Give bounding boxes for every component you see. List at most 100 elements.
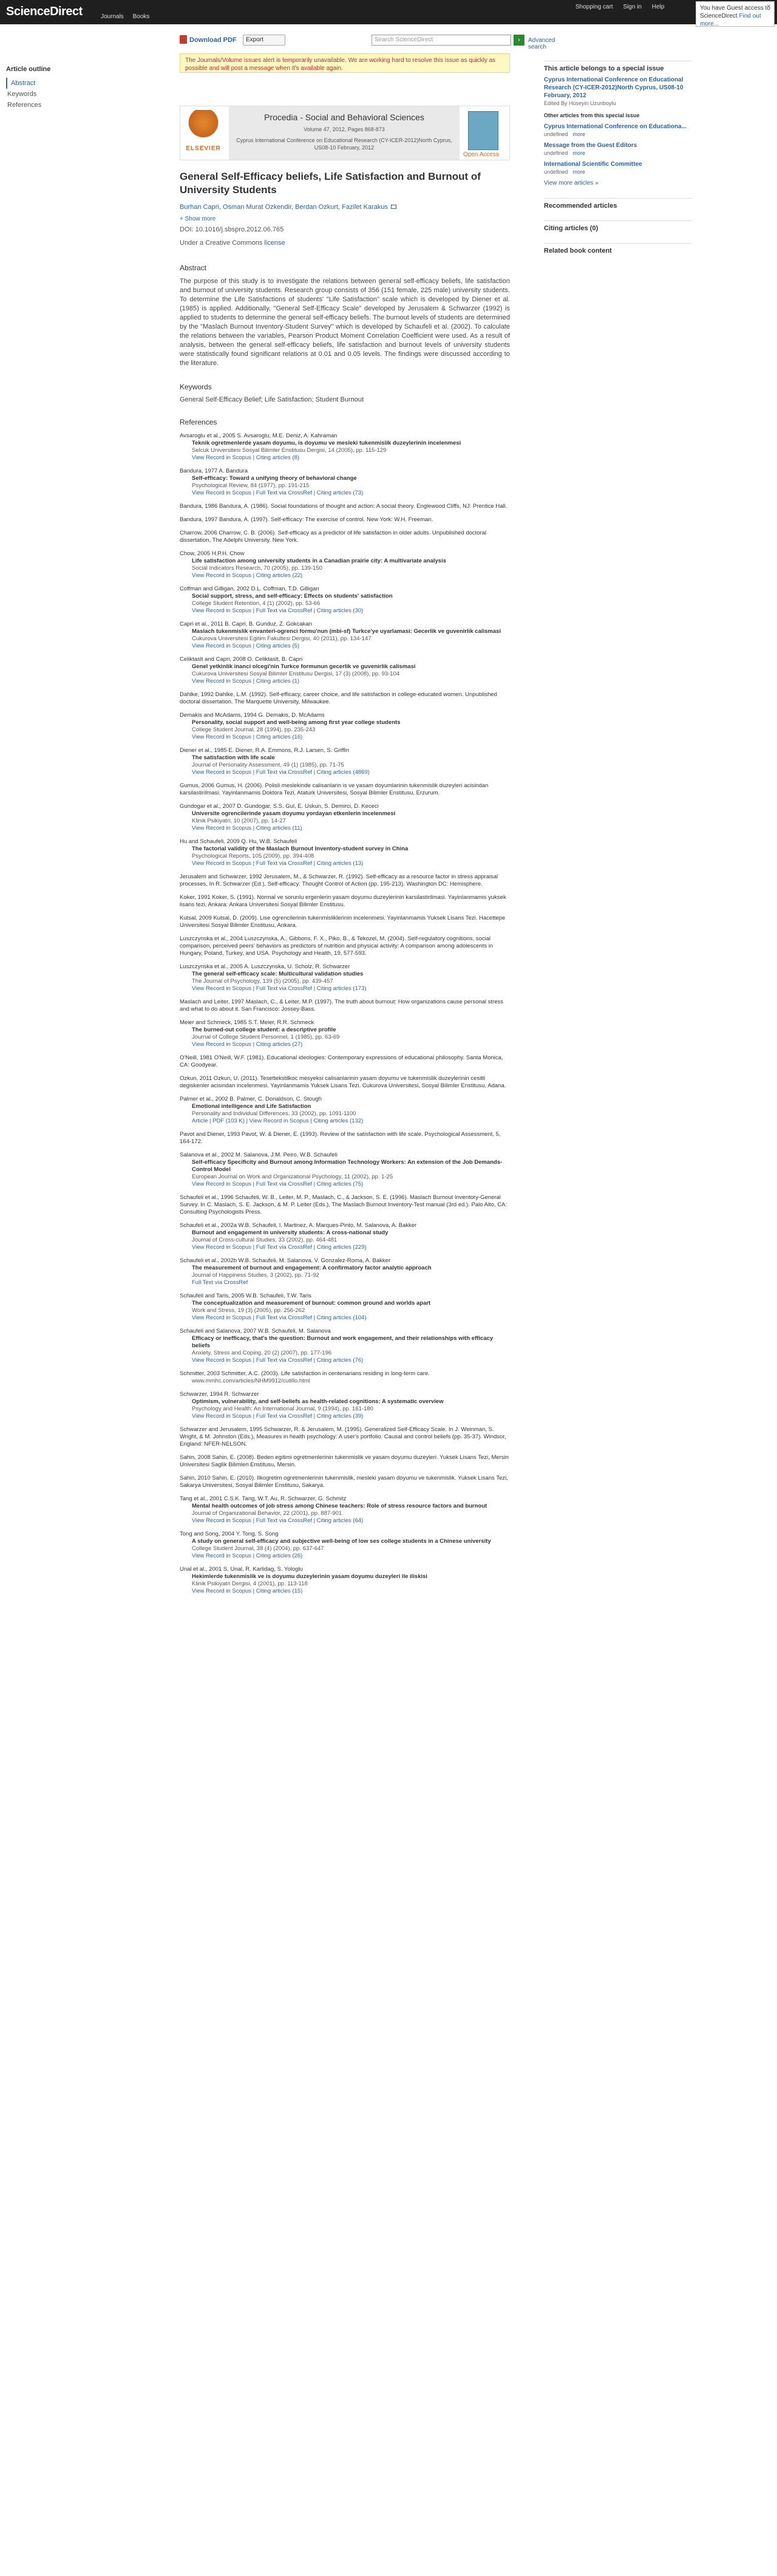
reference-links[interactable]: View Record in Scopus | Full Text via Cr… [180,769,510,776]
reference-source: Selcuk Universitesi Sosyal Bilimler Enst… [192,447,387,454]
other-article-title[interactable]: Message from the Guest Editors [544,142,692,149]
reference-item: Bandura, 1986 Bandura, A. (1986). Social… [180,503,510,510]
other-article-title[interactable]: International Scientific Committee [544,160,692,168]
reference-links[interactable]: View Record in Scopus | Full Text via Cr… [180,490,510,497]
other-article-meta: undefined [544,169,568,175]
reference-item: Luszczynska et al., 2004 Luszczynska, A.… [180,935,510,957]
outline-item-abstract[interactable]: Abstract [6,78,97,89]
sign-in-link[interactable]: Sign in [623,4,642,10]
shopping-cart-link[interactable]: Shopping cart [575,4,613,10]
recommended-articles-box[interactable]: Recommended articles [544,198,692,210]
authors-text[interactable]: Burhan Capri, Osman Murat Ozkendir, Berd… [180,203,388,211]
reference-title: A study on general self-efficacy and sub… [192,1538,491,1545]
reference-links[interactable]: View Record in Scopus | Full Text via Cr… [180,1314,510,1322]
email-icon[interactable] [391,205,397,209]
journal-title[interactable]: Procedia - Social and Behavioral Science… [229,112,460,122]
keywords-text: General Self-Efficacy Belief; Life Satis… [180,396,364,403]
reference-links[interactable]: Full Text via CrossRef [180,1279,510,1286]
author-list[interactable]: Burhan Capri, Osman Murat Ozkendir, Berd… [180,203,510,212]
reference-item: Chow, 2005 H.P.H. Chow Life satisfaction … [180,550,510,579]
reference-heading: Tang et al., 2001 C.S.K. Tang, W.T. Au, … [180,1495,347,1502]
close-icon[interactable]: × [767,3,770,11]
other-article-more[interactable]: more [573,169,586,175]
reference-item: Schaufeli et al., 2002b W.B. Schaufeli, … [180,1257,510,1286]
reference-links[interactable]: View Record in Scopus | Full Text via Cr… [180,1517,510,1525]
special-issue-heading[interactable]: This article belongs to a special issue [544,65,692,72]
search-input[interactable]: Search ScienceDirect [372,35,511,46]
nav-books[interactable]: Books [133,13,150,20]
reference-item: Gundogar et al., 2007 D. Gundogar, S.S. … [180,803,510,832]
download-pdf-button[interactable]: Download PDF [180,35,237,44]
reference-links[interactable]: View Record in Scopus | Citing articles … [180,734,510,741]
other-article-meta: undefined [544,131,568,137]
outline-item-references[interactable]: References [6,100,97,111]
reference-heading: Demakis and McAdams, 1994 G. Demakis, D.… [180,712,325,719]
other-article-more[interactable]: more [573,150,586,156]
special-issue-title[interactable]: Cyprus International Conference on Educa… [544,76,692,100]
reference-title: Personality, social support and well-bei… [192,719,401,726]
reference-links[interactable]: View Record in Scopus | Citing articles … [180,454,510,462]
other-article-more[interactable]: more [573,131,586,137]
reference-item: Demakis and McAdams, 1994 G. Demakis, D.… [180,712,510,741]
journal-cover-image[interactable] [468,111,498,150]
reference-links[interactable]: View Record in Scopus | Full Text via Cr… [180,1357,510,1364]
reference-links[interactable]: View Record in Scopus | Citing articles … [180,825,510,832]
reference-links[interactable]: View Record in Scopus | Citing articles … [180,1553,510,1560]
reference-heading: Bandura, 1997 Bandura, A. (1997). Self-e… [180,516,433,523]
reference-links[interactable]: View Record in Scopus | Full Text via Cr… [180,1413,510,1420]
related-book-content-box[interactable]: Related book content [544,243,692,255]
reference-item: Schaufeli and Taris, 2005 W.B. Schaufeli… [180,1293,510,1322]
related-book-content-heading[interactable]: Related book content [544,247,692,255]
search-go-button[interactable]: › [514,35,524,46]
reference-links[interactable]: View Record in Scopus | Full Text via Cr… [180,607,510,615]
sciencedirect-logo[interactable]: ScienceDirect [6,5,83,19]
reference-heading: Schwarzer and Jerusalem, 1995 Schwarzer,… [180,1426,506,1447]
reference-links[interactable]: View Record in Scopus | Full Text via Cr… [180,985,510,992]
reference-links[interactable]: View Record in Scopus | Citing articles … [180,572,510,579]
reference-heading: Schaufeli et al., 2002b W.B. Schaufeli, … [180,1257,391,1264]
other-article-title[interactable]: Cyprus International Conference on Educa… [544,123,692,131]
citing-articles-box[interactable]: Citing articles (0) [544,220,692,232]
reference-links[interactable]: View Record in Scopus | Citing articles … [180,678,510,685]
reference-source: Anxiety, Stress and Coping, 20 (2) (2007… [192,1350,332,1356]
reference-title: The burned-out college student: a descri… [192,1027,336,1033]
reference-links[interactable]: View Record in Scopus | Full Text via Cr… [180,860,510,867]
show-more-link[interactable]: + Show more [180,216,510,222]
recommended-articles-heading[interactable]: Recommended articles [544,202,692,210]
outline-item-keywords[interactable]: Keywords [6,89,97,100]
advanced-search-link[interactable]: Advanced search [528,37,555,50]
reference-links[interactable]: View Record in Scopus | Full Text via Cr… [180,1181,510,1188]
guest-access-popup: You have Guest access to ScienceDirect F… [696,1,775,27]
journal-volume[interactable]: Volume 47, 2012, Pages 868-873 [229,126,460,133]
reference-source: The Journal of Psychology, 139 (5) (2005… [192,978,333,985]
doi[interactable]: DOI: 10.1016/j.sbspro.2012.06.765 [180,226,510,233]
view-more-articles-link[interactable]: View more articles » [544,179,692,187]
reference-links[interactable]: View Record in Scopus | Citing articles … [180,1588,510,1595]
other-article-item[interactable]: International Scientific Committee undef… [544,160,692,176]
reference-links[interactable]: View Record in Scopus | Citing articles … [180,643,510,650]
other-article-item[interactable]: Message from the Guest Editors undefined… [544,142,692,157]
reference-links[interactable]: View Record in Scopus | Full Text via Cr… [180,1244,510,1251]
reference-heading: O'Neill, 1981 O'Neill, W.F. (1981). Educ… [180,1054,503,1068]
reference-title: Hekimlerde tukenmislik ve is doyumu duze… [192,1573,428,1580]
reference-links[interactable]: Article | PDF (103 K) | View Record in S… [180,1118,510,1125]
reference-item: Schwarzer, 1994 R. Schwarzer Optimism, vu… [180,1391,510,1420]
reference-source: College Student Retention, 4 (1) (2002),… [192,600,321,607]
reference-heading: Hu and Schaufeli, 2009 Q. Hu, W.B. Schau… [180,838,297,845]
reference-links[interactable]: View Record in Scopus | Citing articles … [180,1041,510,1048]
help-link[interactable]: Help [652,4,665,10]
reference-item: Sahin, 2010 Sahin, E. (2010). Ilkogretim… [180,1475,510,1489]
reference-item: Capri et al., 2011 B. Capri, B. Gunduz, … [180,621,510,650]
export-dropdown[interactable]: Export [243,35,285,46]
reference-heading: Palmer et al., 2002 B. Palmer, C. Donald… [180,1096,322,1102]
alert-notice: The Journals/Volume issues alert is temp… [180,53,510,73]
reference-item: Coffman and Gilligan, 2002 D.L. Coffman,… [180,586,510,615]
utility-links: Shopping cart Sign in Help [575,4,673,10]
other-article-item[interactable]: Cyprus International Conference on Educa… [544,123,692,138]
nav-journals[interactable]: Journals [101,13,124,20]
reference-item: Avsaroglu et al., 2005 S. Avsaroglu, M.E… [180,432,510,462]
reference-heading: Schaufeli et al., 2002a W.B. Schaufeli, … [180,1222,417,1229]
citing-articles-heading[interactable]: Citing articles (0) [544,225,692,232]
license-link[interactable]: license [264,239,285,247]
reference-item: Jerusalem and Schwarzer, 1992 Jerusalem,… [180,873,510,888]
